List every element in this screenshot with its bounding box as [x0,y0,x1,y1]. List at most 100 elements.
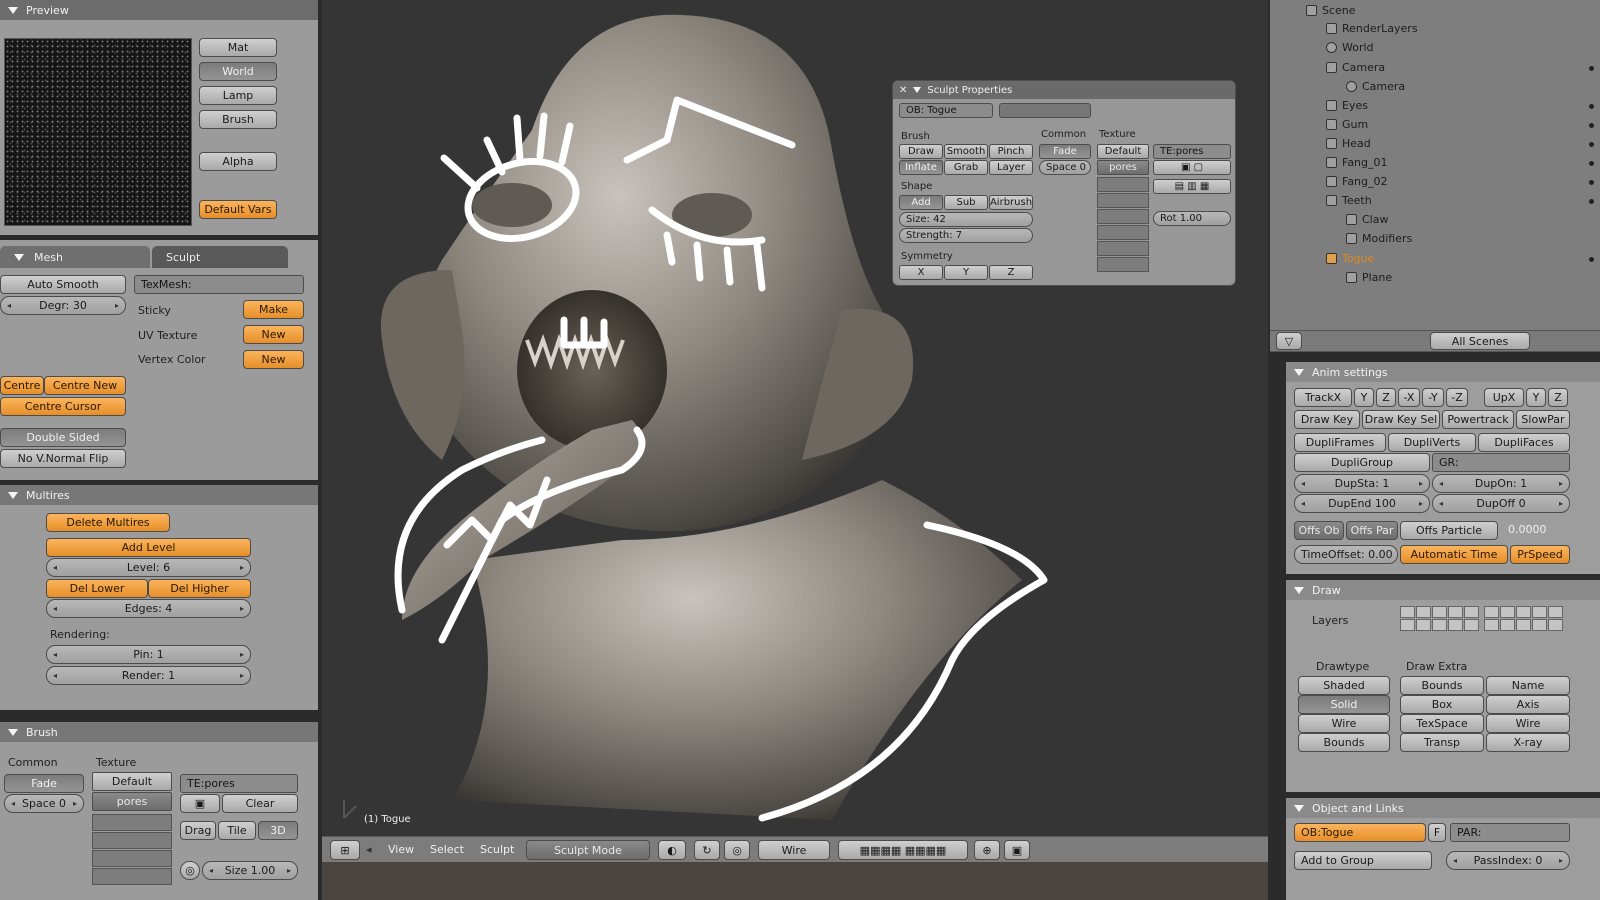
fake-user-button[interactable]: F [1428,823,1446,842]
decrement-arrow-icon[interactable]: ◂ [1453,856,1457,865]
visibility-icon[interactable] [1589,104,1594,109]
visibility-icon[interactable] [1589,257,1594,262]
decrement-arrow-icon[interactable]: ◂ [1439,499,1443,508]
decrement-arrow-icon[interactable]: ◂ [1301,499,1305,508]
extra-texspace-button[interactable]: TexSpace [1400,714,1484,733]
visibility-icon[interactable] [1589,199,1594,204]
preview-mat-button[interactable]: Mat [199,38,277,57]
parent-field[interactable]: PAR: [1450,823,1570,842]
rotate-icon[interactable]: ↻ [694,840,720,860]
increment-arrow-icon[interactable]: ▸ [1559,856,1563,865]
brush-draw-button[interactable]: Draw [899,144,943,159]
offs-particle-button[interactable]: Offs Particle [1400,521,1498,540]
outliner-plane[interactable]: Plane [1346,271,1392,284]
dupoff-field[interactable]: ◂ DupOff 0 ▸ [1432,494,1570,513]
texture-slot-empty[interactable] [92,814,172,831]
extra-bounds-button[interactable]: Bounds [1400,676,1484,695]
sculpt-ob-browse-field[interactable] [999,103,1091,118]
uv-texture-new-button[interactable]: New [243,325,304,344]
edges-field[interactable]: ◂ Edges: 4 ▸ [46,599,251,618]
upx-button[interactable]: UpX [1484,388,1524,407]
sculpt-fade-button[interactable]: Fade [1039,144,1091,159]
increment-arrow-icon[interactable]: ▸ [1419,499,1423,508]
outliner-camera-data[interactable]: Camera [1346,80,1405,93]
dupsta-field[interactable]: ◂ DupSta: 1 ▸ [1294,474,1430,493]
texture-slot-empty[interactable] [92,868,172,885]
drag-button[interactable]: Drag [180,821,216,840]
preview-alpha-button[interactable]: Alpha [199,152,277,171]
collapse-triangle-icon[interactable] [1294,804,1304,812]
sculpt-ob-field[interactable]: OB: Togue [899,103,993,118]
shape-sub-button[interactable]: Sub [944,195,988,210]
symmetry-z-button[interactable]: Z [989,265,1033,280]
extra-axis-button[interactable]: Axis [1486,695,1570,714]
header-collapse-icon[interactable]: ◂ [366,843,372,856]
visibility-icon[interactable] [1589,123,1594,128]
extra-name-button[interactable]: Name [1486,676,1570,695]
size-field[interactable]: ◂ Size 1.00 ▸ [202,861,298,880]
shading-sphere-icon[interactable]: ◐ [658,840,686,860]
shape-airbrush-button[interactable]: Airbrush [989,195,1033,210]
no-vnormal-flip-button[interactable]: No V.Normal Flip [0,449,126,468]
brush-grab-button[interactable]: Grab [944,160,988,175]
dupligroup-button[interactable]: DupliGroup [1294,453,1430,472]
collapse-triangle-icon[interactable] [1294,368,1304,376]
pivot-icon[interactable]: ◎ [724,840,750,860]
passindex-field[interactable]: ◂ PassIndex: 0 ▸ [1446,851,1570,870]
preview-lamp-button[interactable]: Lamp [199,86,277,105]
decrement-arrow-icon[interactable]: ◂ [53,671,57,680]
collapse-triangle-icon[interactable] [1294,586,1304,594]
menu-sculpt[interactable]: Sculpt [480,843,514,856]
slowpar-button[interactable]: SlowPar [1516,410,1570,429]
sculpt-texture-slot-empty[interactable] [1097,177,1149,192]
increment-arrow-icon[interactable]: ▸ [287,866,291,875]
sculpt-rot-field[interactable]: Rot 1.00 [1153,211,1231,226]
pin-field[interactable]: ◂ Pin: 1 ▸ [46,645,251,664]
add-level-button[interactable]: Add Level [46,538,251,557]
outliner[interactable]: Scene RenderLayers World Camera Camera E… [1270,0,1600,330]
track-z-button[interactable]: Z [1376,388,1396,407]
sculpt-space-field[interactable]: Space 0 [1039,160,1091,175]
outliner-camera[interactable]: Camera [1326,61,1385,74]
upy-button[interactable]: Y [1526,388,1546,407]
timeoffset-field[interactable]: TimeOffset: 0.00 [1294,545,1398,564]
track-negz-button[interactable]: -Z [1446,388,1468,407]
texture-slot-empty[interactable] [92,850,172,867]
trackx-button[interactable]: TrackX [1294,388,1352,407]
layer-buttons[interactable]: ▦▦▦▦ ▦▦▦▦ [838,840,968,860]
brush-pinch-button[interactable]: Pinch [989,144,1033,159]
increment-arrow-icon[interactable]: ▸ [240,604,244,613]
draw-header[interactable]: Draw [1286,580,1600,600]
visibility-icon[interactable] [1589,66,1594,71]
track-y-button[interactable]: Y [1354,388,1374,407]
preview-world-button[interactable]: World [199,62,277,81]
sculpt-strength-slider[interactable]: Strength: 7 [899,228,1033,243]
outliner-world[interactable]: World [1326,41,1374,54]
sculpt-texture-default[interactable]: Default [1097,144,1149,159]
duplifaces-button[interactable]: DupliFaces [1478,433,1570,452]
brush-inflate-button[interactable]: Inflate [899,160,943,175]
mode-select[interactable]: Sculpt Mode [526,840,650,860]
del-higher-button[interactable]: Del Higher [148,579,251,598]
sculpt-size-slider[interactable]: Size: 42 [899,212,1033,227]
3d-viewport[interactable]: (1) Togue ✕ Sculpt Properties OB: Togue … [322,0,1268,862]
auto-smooth-button[interactable]: Auto Smooth [0,275,126,294]
collapse-triangle-icon[interactable] [14,253,24,261]
outliner-scene[interactable]: Scene [1306,4,1356,17]
drawtype-bounds[interactable]: Bounds [1298,733,1390,752]
sculpt-texture-clear-button[interactable]: ▣ ▢ [1153,160,1231,175]
dupliframes-button[interactable]: DupliFrames [1294,433,1386,452]
extra-wire-button[interactable]: Wire [1486,714,1570,733]
sculpt-texture-slot-empty[interactable] [1097,241,1149,256]
texture-name-field[interactable]: TE:pores [180,774,298,793]
symmetry-x-button[interactable]: X [899,265,943,280]
decrement-arrow-icon[interactable]: ◂ [53,563,57,572]
automatic-time-button[interactable]: Automatic Time [1400,545,1508,564]
shape-add-button[interactable]: Add [899,195,943,210]
visibility-icon[interactable] [1589,180,1594,185]
layer-grid-left[interactable] [1400,606,1479,631]
increment-arrow-icon[interactable]: ▸ [1559,479,1563,488]
tile-button[interactable]: Tile [218,821,256,840]
preview-brush-button[interactable]: Brush [199,110,277,129]
preview-header[interactable]: Preview [0,0,318,20]
